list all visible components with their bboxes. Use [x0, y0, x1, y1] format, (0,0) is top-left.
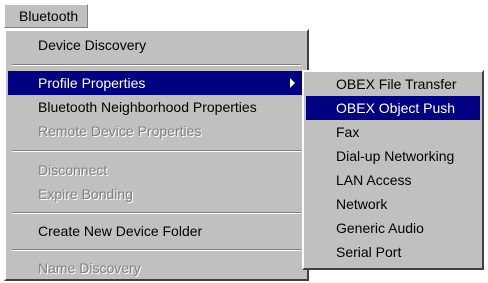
submenu-item-label: OBEX Object Push — [336, 100, 456, 116]
submenu-item-fax[interactable]: Fax — [306, 120, 480, 144]
chevron-right-icon — [290, 78, 295, 88]
bluetooth-menu: Device Discovery Profile Properties Blue… — [4, 29, 309, 281]
submenu-item-label: OBEX File Transfer — [336, 76, 457, 92]
menubar-bluetooth[interactable]: Bluetooth — [4, 4, 88, 28]
submenu-item-obex-file-transfer[interactable]: OBEX File Transfer — [306, 72, 480, 96]
submenu-item-label: LAN Access — [336, 172, 412, 188]
submenu-item-label: Dial-up Networking — [336, 148, 455, 164]
submenu-item-label: Fax — [336, 124, 360, 140]
menu-separator — [12, 150, 301, 152]
menu-item-label: Bluetooth Neighborhood Properties — [38, 99, 257, 115]
submenu-item-label: Generic Audio — [336, 220, 424, 236]
menu-item-profile-properties[interactable]: Profile Properties — [8, 71, 305, 95]
submenu-item-obex-object-push[interactable]: OBEX Object Push — [306, 96, 480, 120]
submenu-item-label: Network — [336, 196, 388, 212]
menu-item-label: Profile Properties — [38, 75, 146, 91]
menu-separator — [12, 212, 301, 214]
menu-item-disconnect[interactable]: Disconnect — [8, 158, 305, 182]
menu-item-device-discovery[interactable]: Device Discovery — [8, 33, 305, 57]
menu-item-label: Device Discovery — [38, 37, 147, 53]
submenu-item-dial-up-networking[interactable]: Dial-up Networking — [306, 144, 480, 168]
menu-item-label: Name Discovery — [38, 260, 141, 276]
menu-item-label: Create New Device Folder — [38, 223, 203, 239]
menu-item-label: Expire Bonding — [38, 186, 133, 202]
submenu-item-lan-access[interactable]: LAN Access — [306, 168, 480, 192]
menu-item-neighborhood-properties[interactable]: Bluetooth Neighborhood Properties — [8, 95, 305, 119]
menu-item-name-discovery[interactable]: Name Discovery — [8, 256, 305, 280]
submenu-item-generic-audio[interactable]: Generic Audio — [306, 216, 480, 240]
profile-properties-submenu: OBEX File Transfer OBEX Object Push Fax … — [302, 70, 484, 270]
menubar-bluetooth-label: Bluetooth — [19, 8, 79, 24]
menu-item-expire-bonding[interactable]: Expire Bonding — [8, 182, 305, 206]
submenu-item-label: Serial Port — [336, 244, 402, 260]
menu-item-create-device-folder[interactable]: Create New Device Folder — [8, 219, 305, 243]
menu-separator — [12, 64, 301, 66]
submenu-item-serial-port[interactable]: Serial Port — [306, 240, 480, 264]
menu-item-label: Remote Device Properties — [38, 123, 202, 139]
submenu-item-network[interactable]: Network — [306, 192, 480, 216]
menu-separator — [12, 249, 301, 251]
menu-item-label: Disconnect — [38, 162, 108, 178]
menu-item-remote-device-properties[interactable]: Remote Device Properties — [8, 119, 305, 143]
